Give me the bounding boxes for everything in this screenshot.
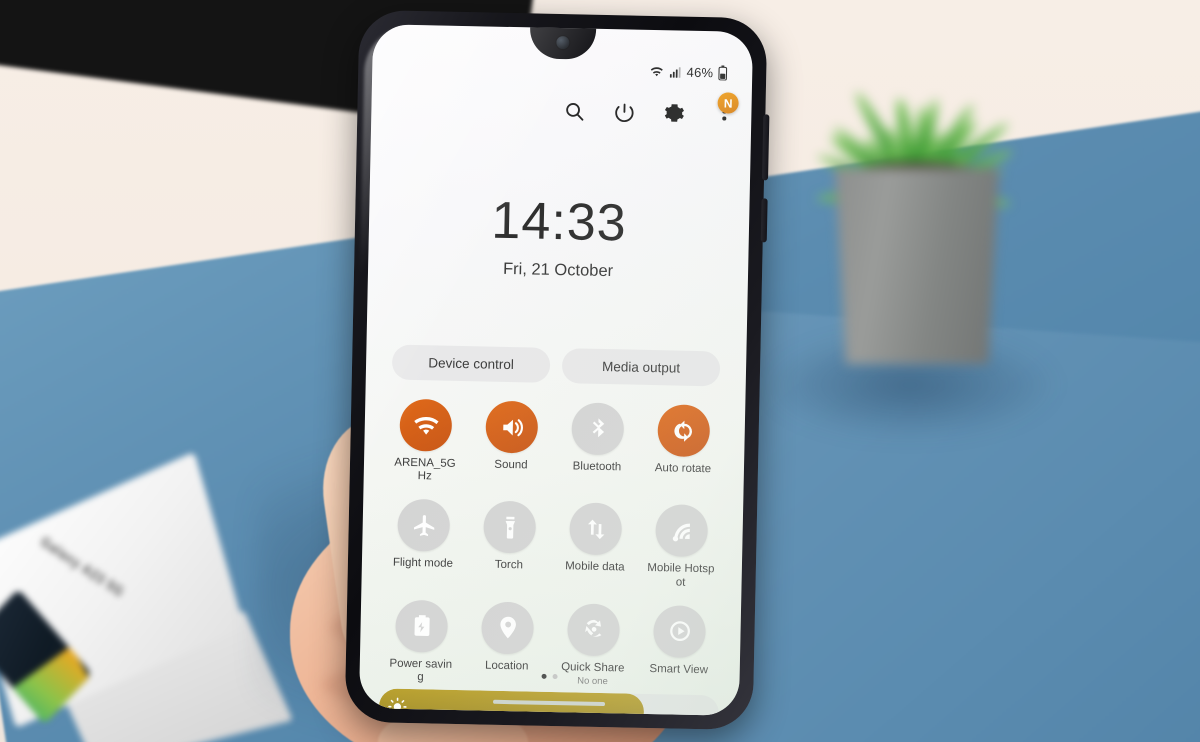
- toggle-smart-view-label: Smart View: [649, 662, 709, 677]
- toggle-quick-share-circle: [567, 603, 621, 657]
- toggle-auto-rotate[interactable]: Auto rotate: [640, 404, 728, 490]
- toggle-auto-rotate-label: Auto rotate: [654, 462, 712, 476]
- power-icon[interactable]: [613, 101, 635, 123]
- toggle-mobile-data-label: Mobile data: [565, 560, 625, 574]
- potted-plant: [770, 0, 1070, 380]
- toggle-mobile-hotspot-circle: [655, 504, 709, 558]
- search-icon[interactable]: [563, 100, 585, 122]
- smart-view-icon: [669, 621, 690, 642]
- battery-icon: [718, 65, 728, 81]
- toggle-wifi-circle: [399, 398, 453, 452]
- toggle-mobile-hotspot[interactable]: Mobile Hotspot: [637, 504, 725, 590]
- toggle-auto-rotate-circle: [657, 404, 711, 458]
- toggle-flight-mode-circle: [397, 499, 451, 553]
- battery-percent-label: 46%: [686, 64, 714, 81]
- more-vertical-icon[interactable]: N: [713, 92, 739, 125]
- notch-front-camera: [529, 26, 597, 60]
- toggle-location-circle: [481, 601, 535, 655]
- toggle-bluetooth-circle: [571, 402, 625, 456]
- phone-screen: 46% N 14:33 Fri, 21 October Device contr…: [358, 24, 754, 716]
- toggle-mobile-data[interactable]: Mobile data: [551, 502, 639, 588]
- wifi-icon: [651, 67, 664, 77]
- gear-icon[interactable]: [663, 102, 685, 124]
- page-dot-1[interactable]: [541, 673, 547, 679]
- clock-date: Fri, 21 October: [502, 259, 614, 281]
- clock-time: 14:33: [490, 191, 628, 253]
- wifi-icon: [413, 416, 439, 435]
- toggle-torch[interactable]: Torch: [465, 500, 553, 587]
- quick-settings-grid: ARENA_5GHz Sound Bluetooth Auto rotate Fligh…: [377, 398, 727, 690]
- quick-share-icon: [584, 620, 601, 638]
- bluetooth-icon: [592, 417, 604, 437]
- toggle-flight-mode-label: Flight mode: [392, 557, 454, 571]
- box-product-name: Galaxy A23 5G: [38, 533, 128, 601]
- media-output-button[interactable]: Media output: [561, 348, 721, 387]
- toggle-wifi[interactable]: ARENA_5GHz: [382, 398, 470, 484]
- data-transfer-icon: [587, 519, 604, 540]
- airplane-icon: [413, 515, 434, 537]
- location-pin-icon: [499, 617, 516, 639]
- lock-clock: 14:33 Fri, 21 October: [368, 192, 750, 284]
- toggle-bluetooth-label: Bluetooth: [572, 460, 622, 474]
- toggle-torch-circle: [483, 500, 537, 555]
- photo-scene: Galaxy A23 5G 46% N 14:33 Fri, 21 Octobe…: [0, 0, 1200, 742]
- hotspot-icon: [672, 523, 690, 542]
- power-button[interactable]: [760, 198, 768, 243]
- toggle-smart-view-circle: [653, 604, 707, 659]
- volume-icon: [502, 418, 523, 436]
- page-dot-2[interactable]: [552, 673, 558, 680]
- smartphone: 46% N 14:33 Fri, 21 October Device contr…: [344, 9, 770, 731]
- toggle-bluetooth[interactable]: Bluetooth: [554, 402, 642, 488]
- toggle-wifi-label: ARENA_5GHz: [394, 456, 456, 483]
- flashlight-icon: [505, 516, 515, 539]
- panel-shortcut-row: Device control Media output: [391, 344, 721, 387]
- auto-rotate-icon: [673, 420, 692, 442]
- cellular-signal-icon: [670, 66, 681, 78]
- toggle-power-saving-circle: [395, 599, 449, 653]
- power-saving-icon: [414, 615, 430, 637]
- retail-box: Galaxy A23 5G: [0, 451, 293, 742]
- device-control-button[interactable]: Device control: [391, 344, 551, 383]
- panel-header-actions: N: [563, 92, 739, 126]
- toggle-mobile-hotspot-label: Mobile Hotspot: [647, 562, 715, 589]
- toggle-flight-mode[interactable]: Flight mode: [379, 499, 467, 585]
- toggle-location-label: Location: [484, 659, 529, 673]
- status-bar: 46%: [649, 64, 728, 81]
- toggle-mobile-data-circle: [569, 502, 623, 556]
- notification-badge[interactable]: N: [717, 92, 739, 114]
- plant-pot: [835, 168, 999, 364]
- toggle-sound-circle: [485, 400, 539, 454]
- toggle-sound[interactable]: Sound: [468, 400, 556, 486]
- toggle-sound-label: Sound: [494, 458, 528, 472]
- toggle-torch-label: Torch: [494, 559, 524, 572]
